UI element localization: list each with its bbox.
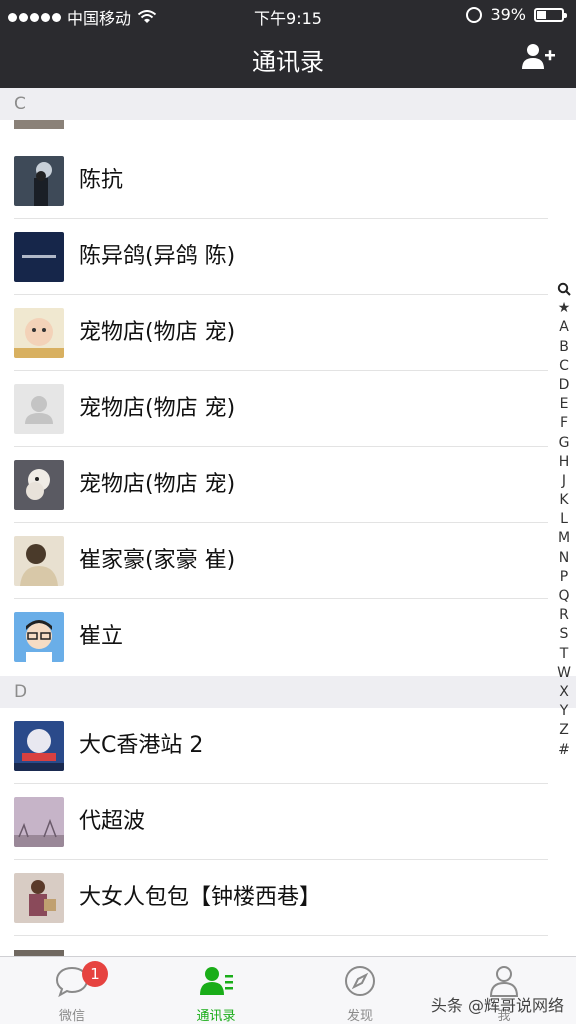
section-header-d: D bbox=[0, 676, 576, 708]
avatar bbox=[14, 460, 64, 510]
index-letter[interactable]: M bbox=[556, 529, 572, 548]
compass-icon bbox=[345, 966, 375, 996]
tab-label: 微信 bbox=[58, 1009, 85, 1024]
add-contact-icon[interactable] bbox=[520, 42, 556, 72]
tab-label: 发现 bbox=[346, 1009, 373, 1024]
contact-name: 大女人包包【钟楼西巷】 bbox=[79, 885, 322, 910]
contact-row[interactable]: 宠物店(物店 宠) bbox=[0, 371, 576, 447]
index-letter[interactable]: R bbox=[556, 606, 572, 625]
contact-row[interactable]: 崔家豪(家豪 崔) bbox=[0, 523, 576, 599]
contact-name: 陈抗 bbox=[79, 168, 124, 193]
avatar bbox=[14, 873, 64, 923]
avatar bbox=[14, 721, 64, 771]
contact-row[interactable]: 宠物店(物店 宠) bbox=[0, 447, 576, 523]
index-letter[interactable]: # bbox=[556, 741, 572, 760]
contact-name: 代超波 bbox=[79, 809, 146, 834]
unread-badge: 1 bbox=[82, 961, 108, 987]
index-letter[interactable]: B bbox=[556, 338, 572, 357]
tab-label: 通讯录 bbox=[196, 1009, 236, 1024]
list-item-partial[interactable] bbox=[0, 938, 576, 956]
page-title: 通讯录 bbox=[252, 48, 324, 76]
status-bar: 中国移动 下午9:15 39% bbox=[0, 0, 576, 30]
alphabet-index-bar[interactable]: ★ A B C D E F G H J K L M N P Q R S T W X Y Z # bbox=[556, 280, 572, 758]
index-letter[interactable]: E bbox=[556, 395, 572, 414]
contact-name: 宠物店(物店 宠) bbox=[79, 396, 236, 421]
tab-discover[interactable]: 发现 bbox=[288, 957, 432, 1024]
index-letter[interactable]: Y bbox=[556, 702, 572, 721]
contact-name: 宠物店(物店 宠) bbox=[79, 472, 236, 497]
index-letter[interactable]: T bbox=[556, 645, 572, 664]
index-letter[interactable]: X bbox=[556, 683, 572, 702]
section-header-c: C bbox=[0, 88, 576, 120]
contact-name: 大C香港站 2 bbox=[79, 733, 204, 758]
contact-row[interactable]: 崔立 bbox=[0, 599, 576, 675]
avatar bbox=[14, 308, 64, 358]
index-letter[interactable]: K bbox=[556, 491, 572, 510]
index-letter[interactable]: Q bbox=[556, 587, 572, 606]
top-bar: 中国移动 下午9:15 39% 通讯录 bbox=[0, 0, 576, 88]
tab-chats[interactable]: 1 微信 bbox=[0, 957, 144, 1024]
avatar bbox=[14, 612, 64, 662]
search-icon[interactable] bbox=[556, 280, 572, 299]
avatar bbox=[14, 156, 64, 206]
tab-contacts[interactable]: 通讯录 bbox=[144, 957, 288, 1024]
avatar bbox=[14, 536, 64, 586]
avatar bbox=[14, 120, 64, 129]
contact-row[interactable]: 陈抗 bbox=[0, 143, 576, 219]
index-letter[interactable]: H bbox=[556, 453, 572, 472]
index-letter[interactable]: C bbox=[556, 357, 572, 376]
contact-row[interactable]: 代超波 bbox=[0, 784, 576, 860]
index-letter[interactable]: A bbox=[556, 318, 572, 337]
index-letter[interactable]: S bbox=[556, 625, 572, 644]
index-letter[interactable]: J bbox=[556, 472, 572, 491]
index-letter[interactable]: W bbox=[556, 664, 572, 683]
contact-name: 宠物店(物店 宠) bbox=[79, 320, 236, 345]
list-item-partial[interactable] bbox=[0, 120, 576, 142]
index-letter[interactable]: P bbox=[556, 568, 572, 587]
battery-percent: 39% bbox=[490, 5, 526, 24]
avatar bbox=[14, 797, 64, 847]
contacts-icon bbox=[200, 967, 233, 995]
index-letter[interactable]: N bbox=[556, 549, 572, 568]
contact-row[interactable]: 大C香港站 2 bbox=[0, 708, 576, 784]
contact-name: 崔家豪(家豪 崔) bbox=[79, 548, 236, 573]
contact-row[interactable]: 大女人包包【钟楼西巷】 bbox=[0, 860, 576, 936]
avatar bbox=[14, 232, 64, 282]
contact-row[interactable]: 陈异鸽(异鸽 陈) bbox=[0, 219, 576, 295]
index-letter[interactable]: G bbox=[556, 434, 572, 453]
rotation-lock-icon bbox=[466, 6, 483, 23]
contact-name: 崔立 bbox=[79, 624, 124, 649]
index-letter[interactable]: L bbox=[556, 510, 572, 529]
watermark: 头条 @辉哥说网络 bbox=[430, 996, 564, 1015]
contact-name: 陈异鸽(异鸽 陈) bbox=[79, 244, 236, 269]
star-icon[interactable]: ★ bbox=[556, 299, 572, 318]
avatar bbox=[14, 384, 64, 434]
index-letter[interactable]: Z bbox=[556, 721, 572, 740]
index-letter[interactable]: F bbox=[556, 414, 572, 433]
contact-row[interactable]: 宠物店(物店 宠) bbox=[0, 295, 576, 371]
battery-icon bbox=[534, 7, 567, 22]
divider bbox=[14, 935, 548, 936]
index-letter[interactable]: D bbox=[556, 376, 572, 395]
